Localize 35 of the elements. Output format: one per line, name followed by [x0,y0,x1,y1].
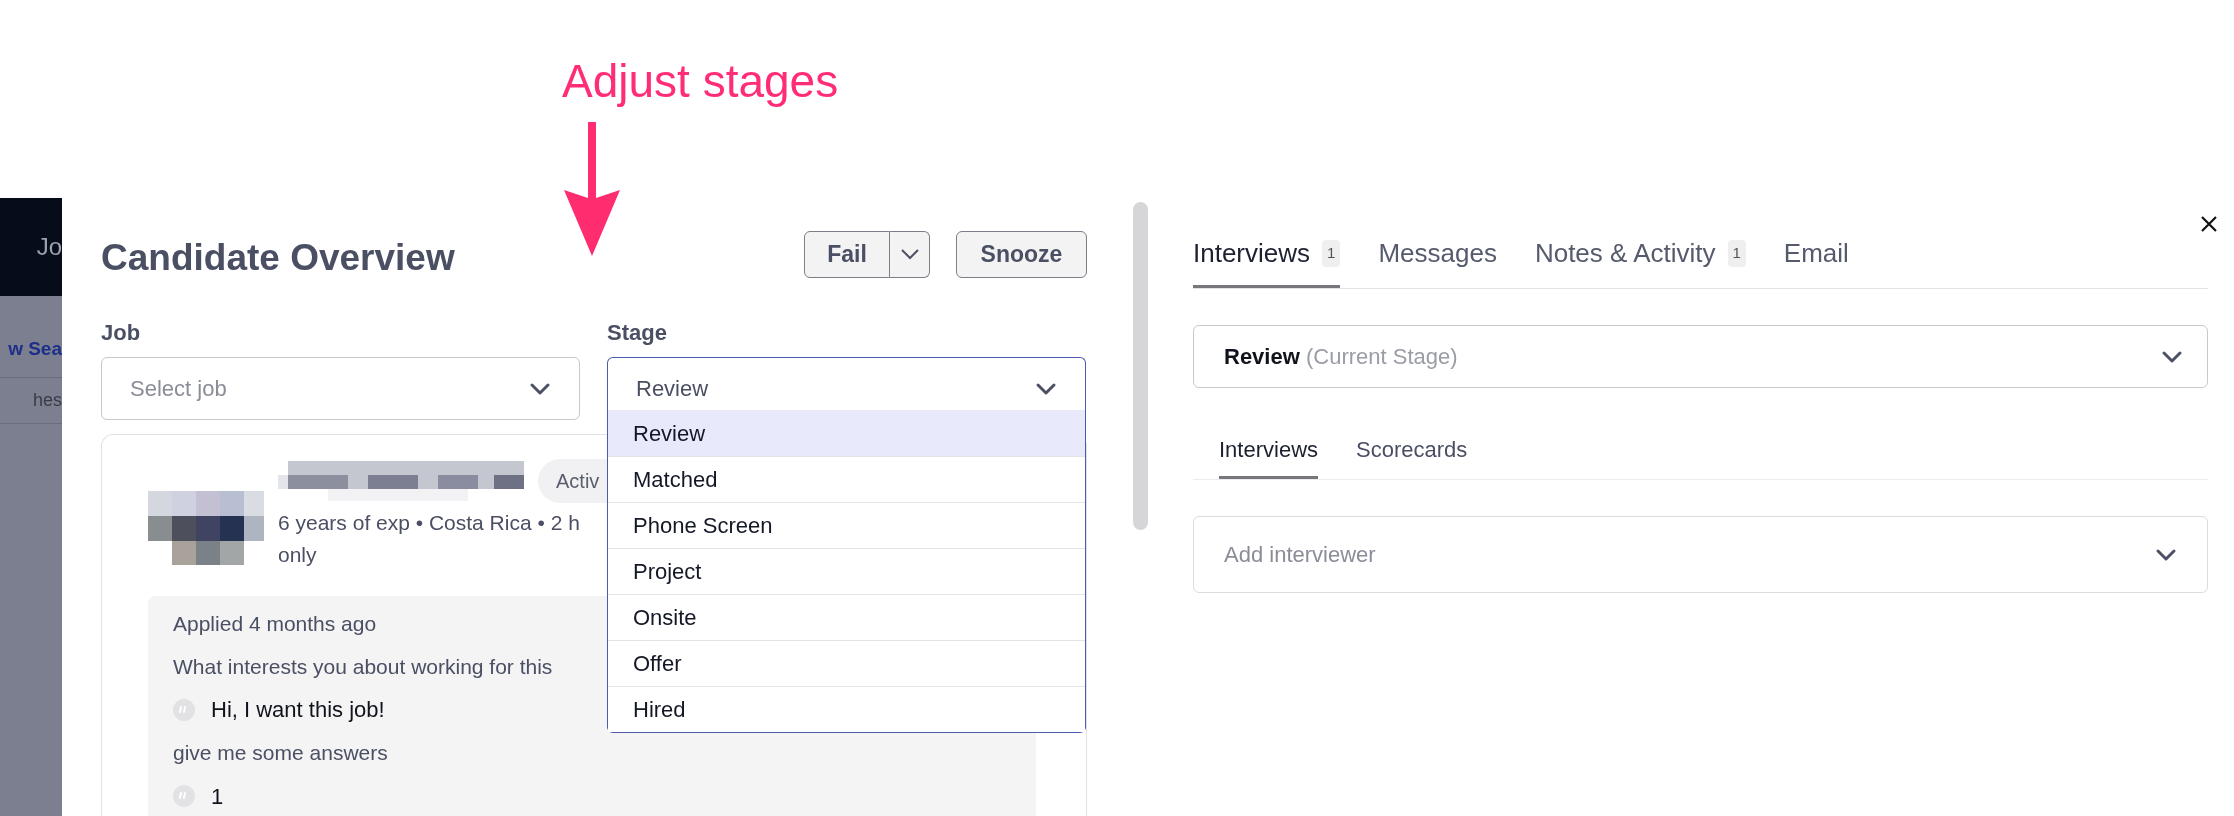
tab[interactable]: Messages [1378,234,1497,288]
tab[interactable]: Email [1783,234,1849,288]
modal-title: Candidate Overview [101,236,455,281]
nav-text[interactable]: Jo [36,229,62,265]
chevron-down-icon [529,381,551,396]
question-text: give me some answers [173,740,388,766]
applied-text: Applied 4 months ago [173,611,377,637]
close-icon[interactable] [2200,215,2218,233]
chevron-down-icon [2161,349,2183,364]
chevron-down-icon [1035,381,1057,396]
current-stage-text: Review (Current Stage) [1224,343,1458,371]
job-label: Job [101,319,142,347]
subtab[interactable]: Interviews [1219,433,1319,479]
chevron-down-icon [2155,547,2177,562]
stage-label: Stage [607,319,668,347]
count-badge: 1 [1727,240,1746,267]
candidate-meta: only [278,541,318,568]
stage-option[interactable]: Review [608,410,1085,456]
stage-option[interactable]: Hired [608,686,1085,732]
tab[interactable]: Interviews 1 [1193,234,1341,288]
current-stage-select[interactable]: Review (Current Stage) [1193,325,2208,388]
answer-text: 1 [211,782,224,811]
dropdown-button[interactable] [890,230,930,278]
subtab[interactable]: Scorecards [1356,433,1468,479]
candidate-meta: 6 years of exp • Costa Rica • 2 h [278,510,581,536]
snooze-button[interactable]: Snooze [956,230,1087,278]
quote-icon [173,698,195,721]
question-text: What interests you about working for this [173,653,553,680]
fail-button[interactable]: Fail [804,230,890,278]
arrow-icon [562,122,622,258]
count-badge: 1 [1322,240,1341,267]
answer-text: Hi, I want this job! [211,696,385,724]
tab[interactable]: Notes & Activity 1 [1534,234,1746,288]
quote-icon [173,785,195,807]
chevron-down-icon [899,248,920,260]
